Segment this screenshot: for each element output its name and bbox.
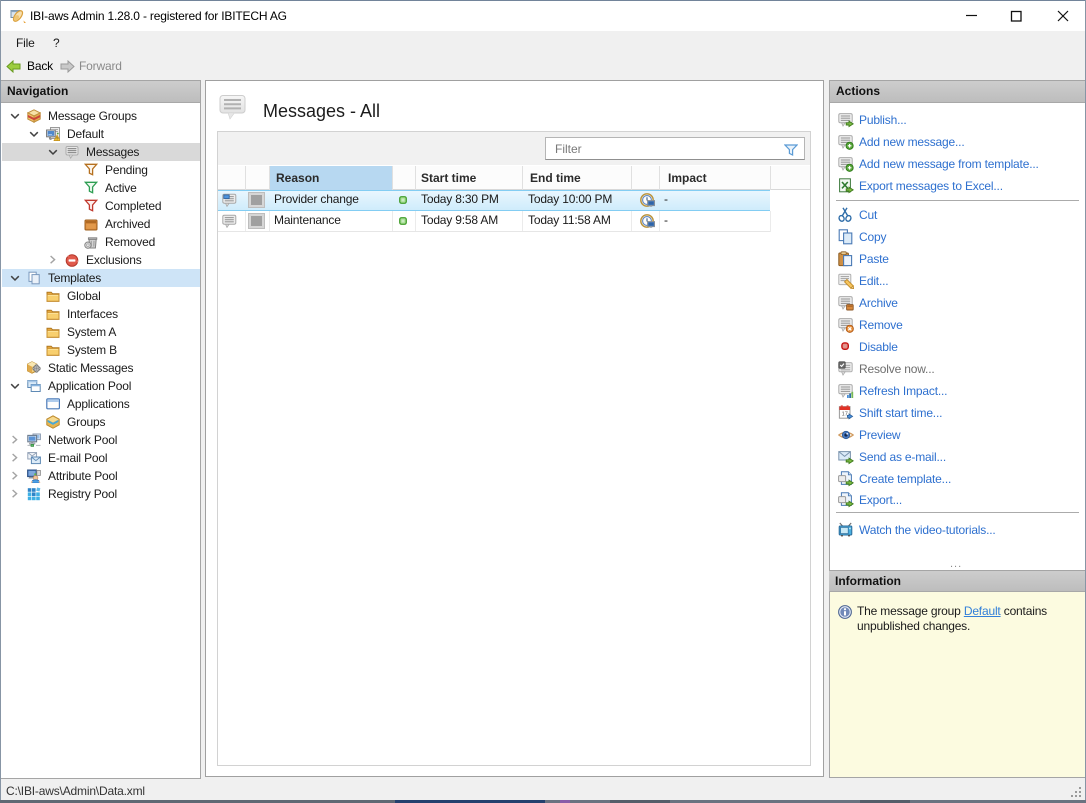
svg-text:17: 17 bbox=[842, 412, 848, 418]
